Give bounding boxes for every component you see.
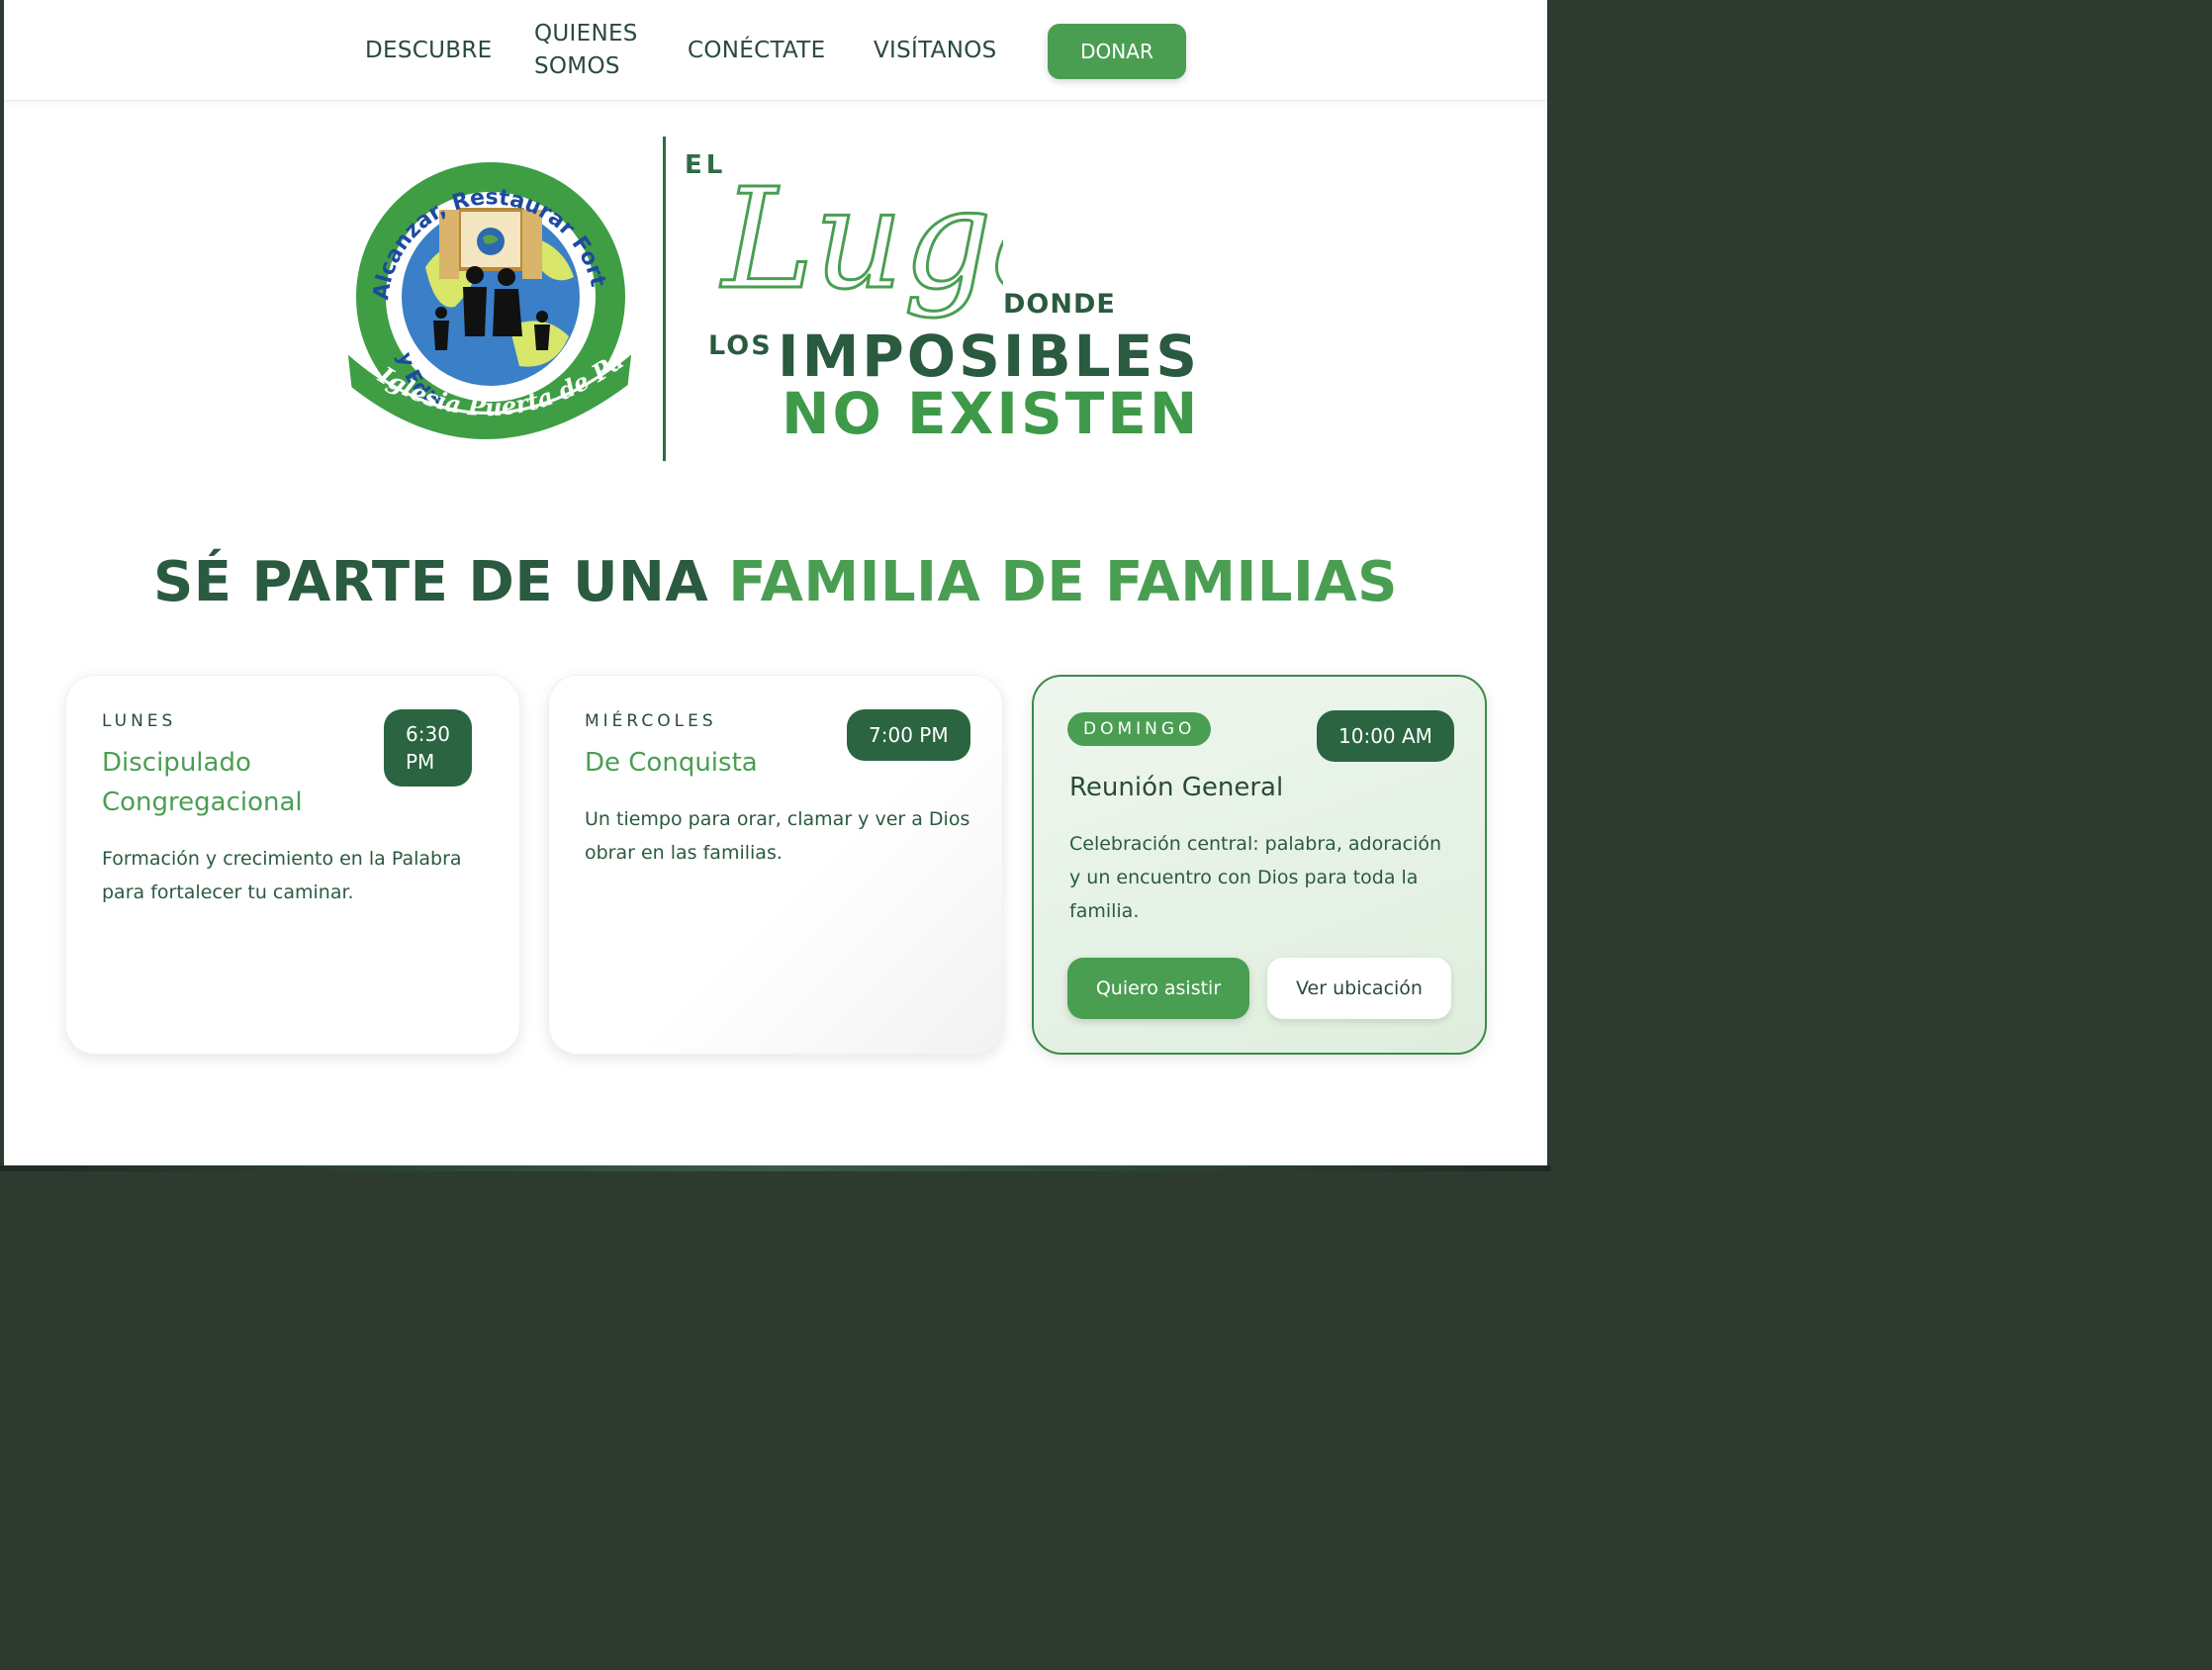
nav-item-descubre[interactable]: DESCUBRE bbox=[365, 35, 492, 67]
card-description-line3: familia. bbox=[1069, 900, 1140, 922]
card-description-line2: obrar en las familias. bbox=[585, 842, 783, 864]
church-logo: Alcanzar, Restaurar Fortalecer y Edifica… bbox=[328, 116, 637, 455]
nav-item-conectate[interactable]: CONÉCTATE bbox=[688, 35, 825, 67]
nav-item-quienes-somos-line2: SOMOS bbox=[534, 53, 620, 79]
bottom-image-strip bbox=[0, 1165, 1551, 1171]
time-badge: 10:00 AM bbox=[1317, 710, 1454, 762]
time-badge: 6:30 PM bbox=[384, 709, 472, 787]
card-description-line2: para fortalecer tu caminar. bbox=[102, 881, 354, 903]
time-badge-line2: PM bbox=[406, 750, 435, 774]
schedule-card-lunes: LUNES 6:30 PM Discipulado Congregacional… bbox=[65, 675, 520, 1055]
card-description: Un tiempo para orar, clamar y ver a Dios… bbox=[585, 802, 969, 870]
church-logo-graphic: Alcanzar, Restaurar Fortalecer y Edifica… bbox=[328, 116, 635, 442]
card-day: MIÉRCOLES bbox=[585, 711, 717, 731]
card-day-badge: DOMINGO bbox=[1067, 712, 1212, 746]
hero-donde: DONDE bbox=[1003, 289, 1116, 320]
nav-item-quienes-somos[interactable]: QUIENES SOMOS bbox=[534, 18, 643, 83]
card-description-line1: Formación y crecimiento en la Palabra bbox=[102, 848, 462, 870]
card-title-line1: Discipulado bbox=[102, 748, 251, 778]
hero-los: LOS bbox=[708, 330, 773, 361]
card-title: De Conquista bbox=[585, 748, 758, 778]
view-location-button[interactable]: Ver ubicación bbox=[1267, 958, 1451, 1019]
hero-lugar-script: Lugar bbox=[718, 158, 1004, 323]
donate-button[interactable]: DONAR bbox=[1048, 24, 1186, 79]
card-title-line2: Congregacional bbox=[102, 788, 303, 817]
nav-item-visitanos[interactable]: VISÍTANOS bbox=[874, 35, 997, 67]
nav-item-quienes-somos-line1: QUIENES bbox=[534, 21, 638, 46]
section-headline: SÉ PARTE DE UNA FAMILIA DE FAMILIAS bbox=[4, 550, 1547, 614]
card-title: Reunión General bbox=[1069, 773, 1284, 802]
time-badge: 7:00 PM bbox=[847, 709, 970, 761]
card-description-line1: Celebración central: palabra, adoración bbox=[1069, 833, 1442, 855]
schedule-card-domingo: DOMINGO 10:00 AM Reunión General Celebra… bbox=[1032, 675, 1487, 1055]
card-description: Celebración central: palabra, adoración … bbox=[1069, 827, 1441, 928]
card-description-line1: Un tiempo para orar, clamar y ver a Dios bbox=[585, 808, 970, 830]
attend-button[interactable]: Quiero asistir bbox=[1067, 958, 1249, 1019]
page: DESCUBRE QUIENES SOMOS CONÉCTATE VISÍTAN… bbox=[4, 0, 1547, 1165]
hero-no-existen: NO EXISTEN bbox=[782, 380, 1201, 447]
top-nav: DESCUBRE QUIENES SOMOS CONÉCTATE VISÍTAN… bbox=[4, 0, 1547, 101]
hero-divider bbox=[663, 137, 666, 461]
time-badge-line1: 6:30 bbox=[406, 722, 450, 746]
hero-lugar-text: Lugar bbox=[719, 159, 1003, 321]
headline-part1: SÉ PARTE DE UNA bbox=[152, 550, 729, 614]
headline-accent: FAMILIA DE FAMILIAS bbox=[728, 550, 1399, 614]
card-day: LUNES bbox=[102, 711, 177, 731]
card-title: Discipulado Congregacional bbox=[102, 743, 303, 822]
card-description-line2: y un encuentro con Dios para toda la bbox=[1069, 867, 1419, 888]
card-description: Formación y crecimiento en la Palabra pa… bbox=[102, 842, 462, 909]
schedule-card-miercoles: MIÉRCOLES 7:00 PM De Conquista Un tiempo… bbox=[548, 675, 1003, 1055]
